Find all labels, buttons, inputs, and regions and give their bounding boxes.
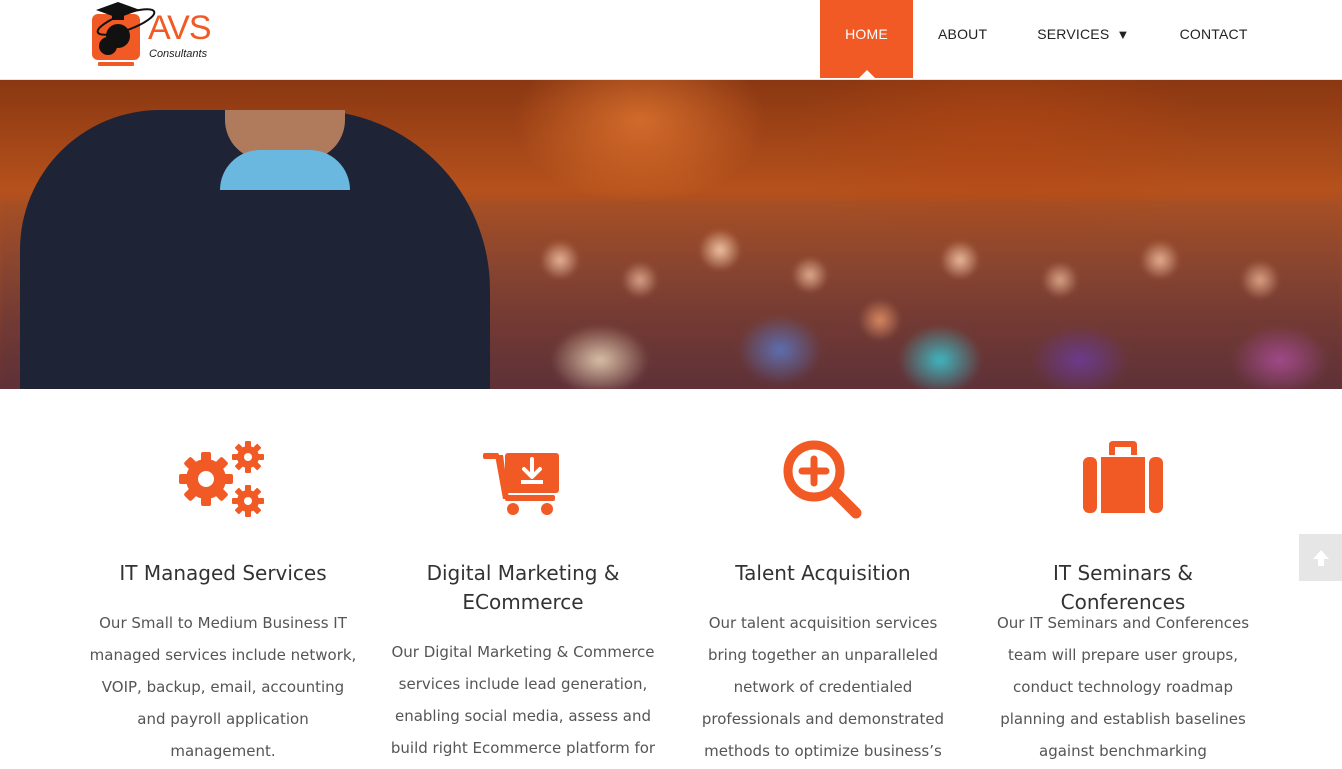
nav-contact[interactable]: CONTACT xyxy=(1180,0,1248,78)
service-description: Our talent acquisition services bring to… xyxy=(701,614,945,760)
search-plus-icon xyxy=(688,439,958,524)
logo[interactable]: AVS Consultants xyxy=(88,0,228,70)
nav-about[interactable]: ABOUT xyxy=(938,0,987,78)
arrow-up-icon xyxy=(1312,549,1329,566)
logo-tagline: Consultants xyxy=(149,48,208,60)
service-description: Our IT Seminars and Conferences team wil… xyxy=(996,614,1250,760)
hero-banner-image xyxy=(0,80,1342,389)
logo-brand: AVS xyxy=(148,9,212,47)
chevron-down-icon: ▼ xyxy=(1116,27,1130,42)
gears-icon xyxy=(88,439,358,524)
shopping-cart-icon xyxy=(388,439,658,524)
main-nav: HOME ABOUT SERVICES ▼ CONTACT xyxy=(820,0,1248,78)
nav-contact-label: CONTACT xyxy=(1179,26,1248,42)
hero-speaker-collar xyxy=(220,150,350,190)
hero-speaker xyxy=(20,110,490,389)
services-section: IT Managed Services Our Small to Medium … xyxy=(0,389,1342,769)
nav-about-label: ABOUT xyxy=(938,26,988,42)
service-description: Our Digital Marketing & Commerce service… xyxy=(390,643,656,757)
service-title: Talent Acquisition xyxy=(735,561,911,585)
service-description: Our Small to Medium Business IT managed … xyxy=(89,614,357,760)
service-title: Digital Marketing & ECommerce xyxy=(426,561,620,614)
nav-services-label: SERVICES xyxy=(1037,26,1110,42)
briefcase-icon xyxy=(988,439,1258,524)
nav-services[interactable]: SERVICES ▼ xyxy=(1037,0,1129,78)
nav-home[interactable]: HOME xyxy=(820,0,913,78)
service-title: IT Managed Services xyxy=(119,561,327,585)
nav-home-label: HOME xyxy=(845,26,888,42)
back-to-top-button[interactable] xyxy=(1299,534,1342,581)
site-header: AVS Consultants HOME ABOUT SERVICES ▼ CO… xyxy=(0,0,1342,80)
